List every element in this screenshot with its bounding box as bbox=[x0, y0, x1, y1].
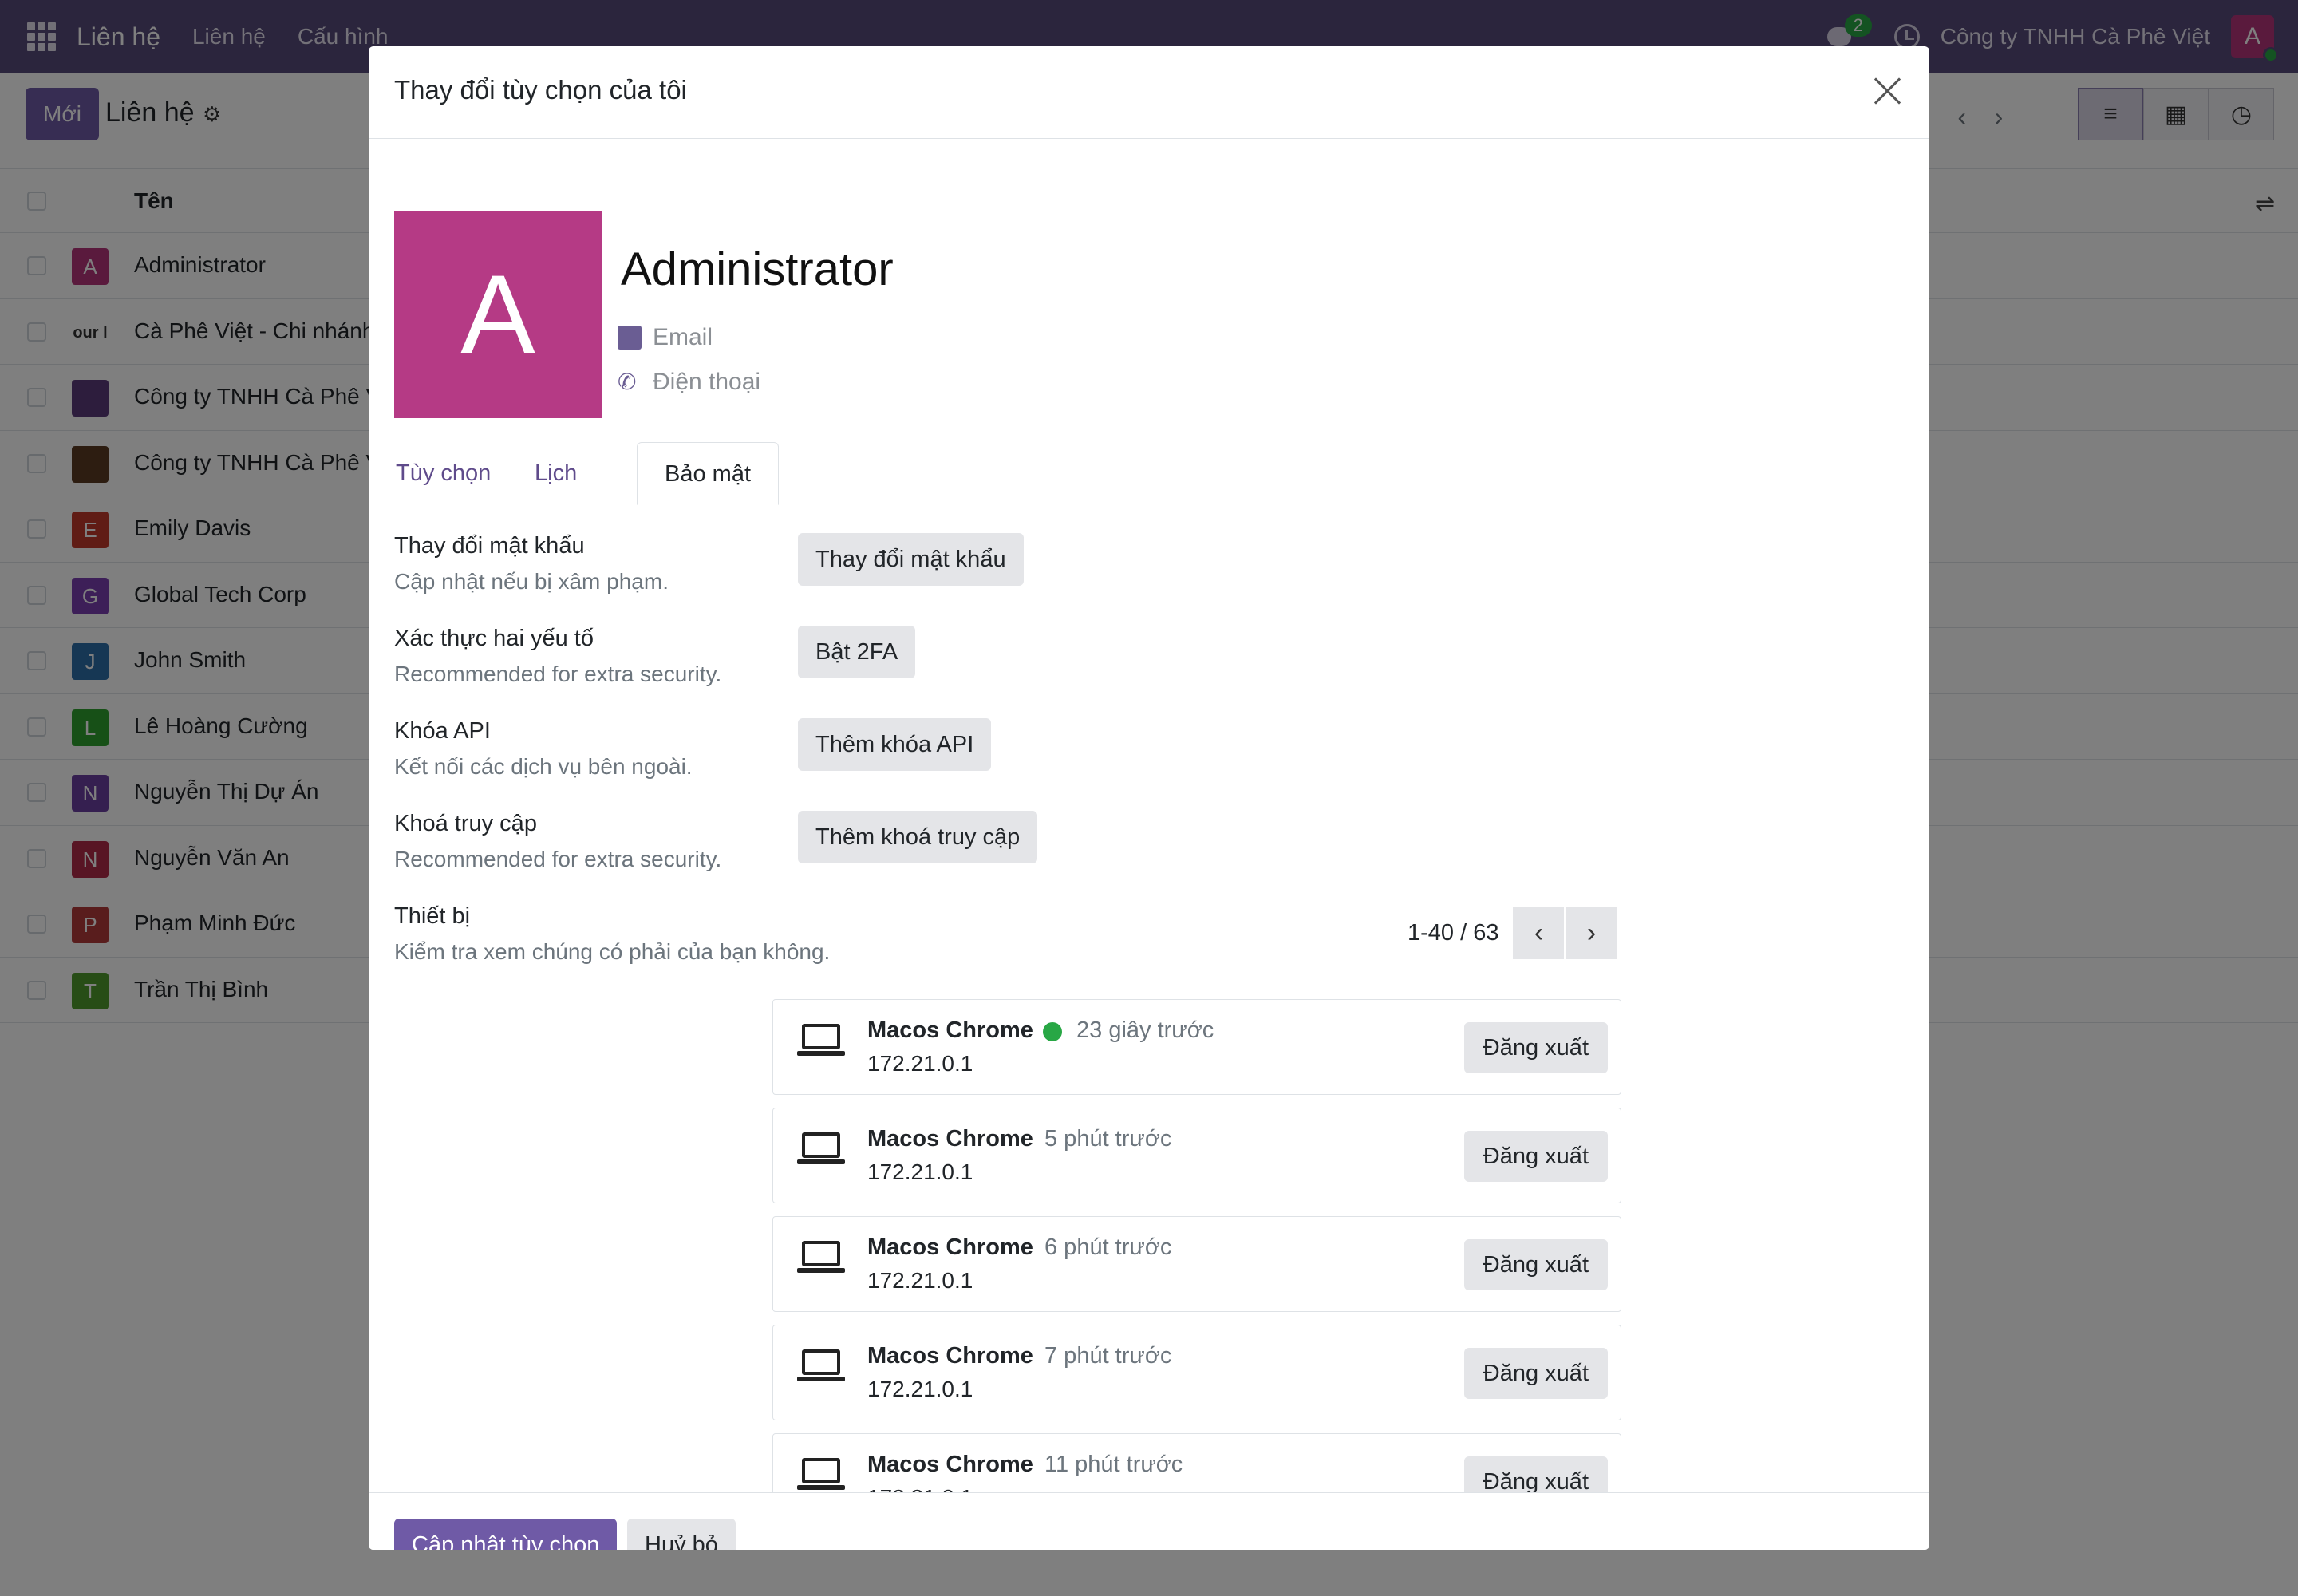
device-logout-button[interactable]: Đăng xuất bbox=[1463, 1022, 1608, 1073]
laptop-icon bbox=[797, 1349, 845, 1381]
laptop-icon bbox=[797, 1241, 845, 1273]
device-last-active: 7 phút trước bbox=[1044, 1343, 1172, 1369]
device-card: Macos Chrome 7 phút trước 172.21.0.1 Đăng x… bbox=[772, 1325, 1621, 1420]
pager-value[interactable]: 1-40 / 63 bbox=[1408, 920, 1498, 946]
pager-next-icon[interactable]: › bbox=[1566, 907, 1617, 959]
device-logout-button[interactable]: Đăng xuất bbox=[1463, 1239, 1608, 1290]
device-name: Macos Chrome bbox=[867, 1126, 1033, 1152]
dialog-title: Thay đổi tùy chọn của tôi bbox=[394, 75, 687, 105]
device-last-active: 23 giây trước bbox=[1076, 1017, 1214, 1043]
add-passkey-button[interactable]: Thêm khoá truy cập bbox=[798, 811, 1038, 863]
cancel-button[interactable]: Huỷ bỏ bbox=[627, 1519, 736, 1550]
laptop-icon bbox=[797, 1024, 845, 1056]
device-last-active: 5 phút trước bbox=[1044, 1126, 1172, 1152]
dialog-tabs: Tùy chọn Lịch Bảo mật bbox=[369, 442, 1929, 505]
phone-field[interactable]: ✆ Điện thoại bbox=[618, 369, 760, 396]
device-ip: 172.21.0.1 bbox=[867, 1377, 973, 1401]
tab-tuy-chon[interactable]: Tùy chọn bbox=[369, 442, 518, 505]
security-2fa: Xác thực hai yếu tố Recommended for extr… bbox=[394, 626, 1511, 687]
device-card: Macos Chrome 6 phút trước 172.21.0.1 Đăng x… bbox=[772, 1216, 1621, 1312]
devices-pager: 1-40 / 63 ‹ › bbox=[1408, 907, 1617, 959]
device-card: Macos Chrome 5 phút trước 172.21.0.1 Đăng x… bbox=[772, 1108, 1621, 1203]
change-password-button[interactable]: Thay đổi mật khẩu bbox=[798, 533, 1024, 586]
security-change-password: Thay đổi mật khẩu Cập nhật nếu bị xâm ph… bbox=[394, 533, 1511, 595]
enable-2fa-button[interactable]: Bật 2FA bbox=[798, 626, 916, 678]
device-logout-button[interactable]: Đăng xuất bbox=[1463, 1348, 1608, 1399]
profile-name: Administrator bbox=[621, 243, 894, 295]
device-card: Macos Chrome 23 giây trước 172.21.0.1 Đăng … bbox=[772, 999, 1621, 1095]
dialog-header: Thay đổi tùy chọn của tôi bbox=[369, 46, 1929, 139]
device-name: Macos Chrome bbox=[867, 1343, 1033, 1369]
phone-icon: ✆ bbox=[618, 369, 637, 394]
device-last-active: 11 phút trước bbox=[1044, 1452, 1183, 1477]
device-name: Macos Chrome bbox=[867, 1452, 1033, 1477]
laptop-icon bbox=[797, 1132, 845, 1164]
close-icon[interactable] bbox=[1874, 77, 1902, 105]
security-api-key: Khóa API Kết nối các dịch vụ bên ngoài. … bbox=[394, 718, 1511, 780]
preferences-dialog: Thay đổi tùy chọn của tôi A Administrato… bbox=[369, 46, 1929, 1550]
device-name: Macos Chrome bbox=[867, 1235, 1033, 1260]
device-last-active: 6 phút trước bbox=[1044, 1235, 1172, 1260]
device-ip: 172.21.0.1 bbox=[867, 1051, 973, 1076]
add-api-key-button[interactable]: Thêm khóa API bbox=[798, 718, 992, 771]
device-ip: 172.21.0.1 bbox=[867, 1268, 973, 1293]
device-ip: 172.21.0.1 bbox=[867, 1159, 973, 1184]
device-card: Macos Chrome 11 phút trước 172.21.0.1 Đăng … bbox=[772, 1433, 1621, 1492]
device-logout-button[interactable]: Đăng xuất bbox=[1463, 1131, 1608, 1182]
device-ip: 172.21.0.1 bbox=[867, 1485, 973, 1492]
tab-bao-mat[interactable]: Bảo mật bbox=[637, 442, 779, 505]
device-name: Macos Chrome bbox=[867, 1017, 1033, 1043]
email-field[interactable]: Email bbox=[618, 324, 713, 351]
devices-section: Thiết bị Kiểm tra xem chúng có phải của … bbox=[394, 903, 831, 964]
email-placeholder: Email bbox=[653, 324, 713, 350]
update-preferences-button[interactable]: Cập nhật tùy chọn bbox=[394, 1519, 618, 1550]
phone-placeholder: Điện thoại bbox=[653, 369, 761, 395]
laptop-icon bbox=[797, 1458, 845, 1490]
profile-avatar[interactable]: A bbox=[394, 211, 602, 418]
pager-prev-icon[interactable]: ‹ bbox=[1513, 907, 1565, 959]
device-logout-button[interactable]: Đăng xuất bbox=[1463, 1456, 1608, 1492]
envelope-icon bbox=[618, 326, 642, 350]
dialog-footer: Cập nhật tùy chọn Huỷ bỏ bbox=[369, 1492, 1929, 1550]
tab-lich[interactable]: Lịch bbox=[507, 442, 604, 505]
online-status-dot bbox=[1043, 1022, 1062, 1041]
dialog-body: A Administrator Email ✆ Điện thoại Tùy c… bbox=[369, 139, 1929, 1492]
security-passkey: Khoá truy cập Recommended for extra secu… bbox=[394, 811, 1511, 872]
